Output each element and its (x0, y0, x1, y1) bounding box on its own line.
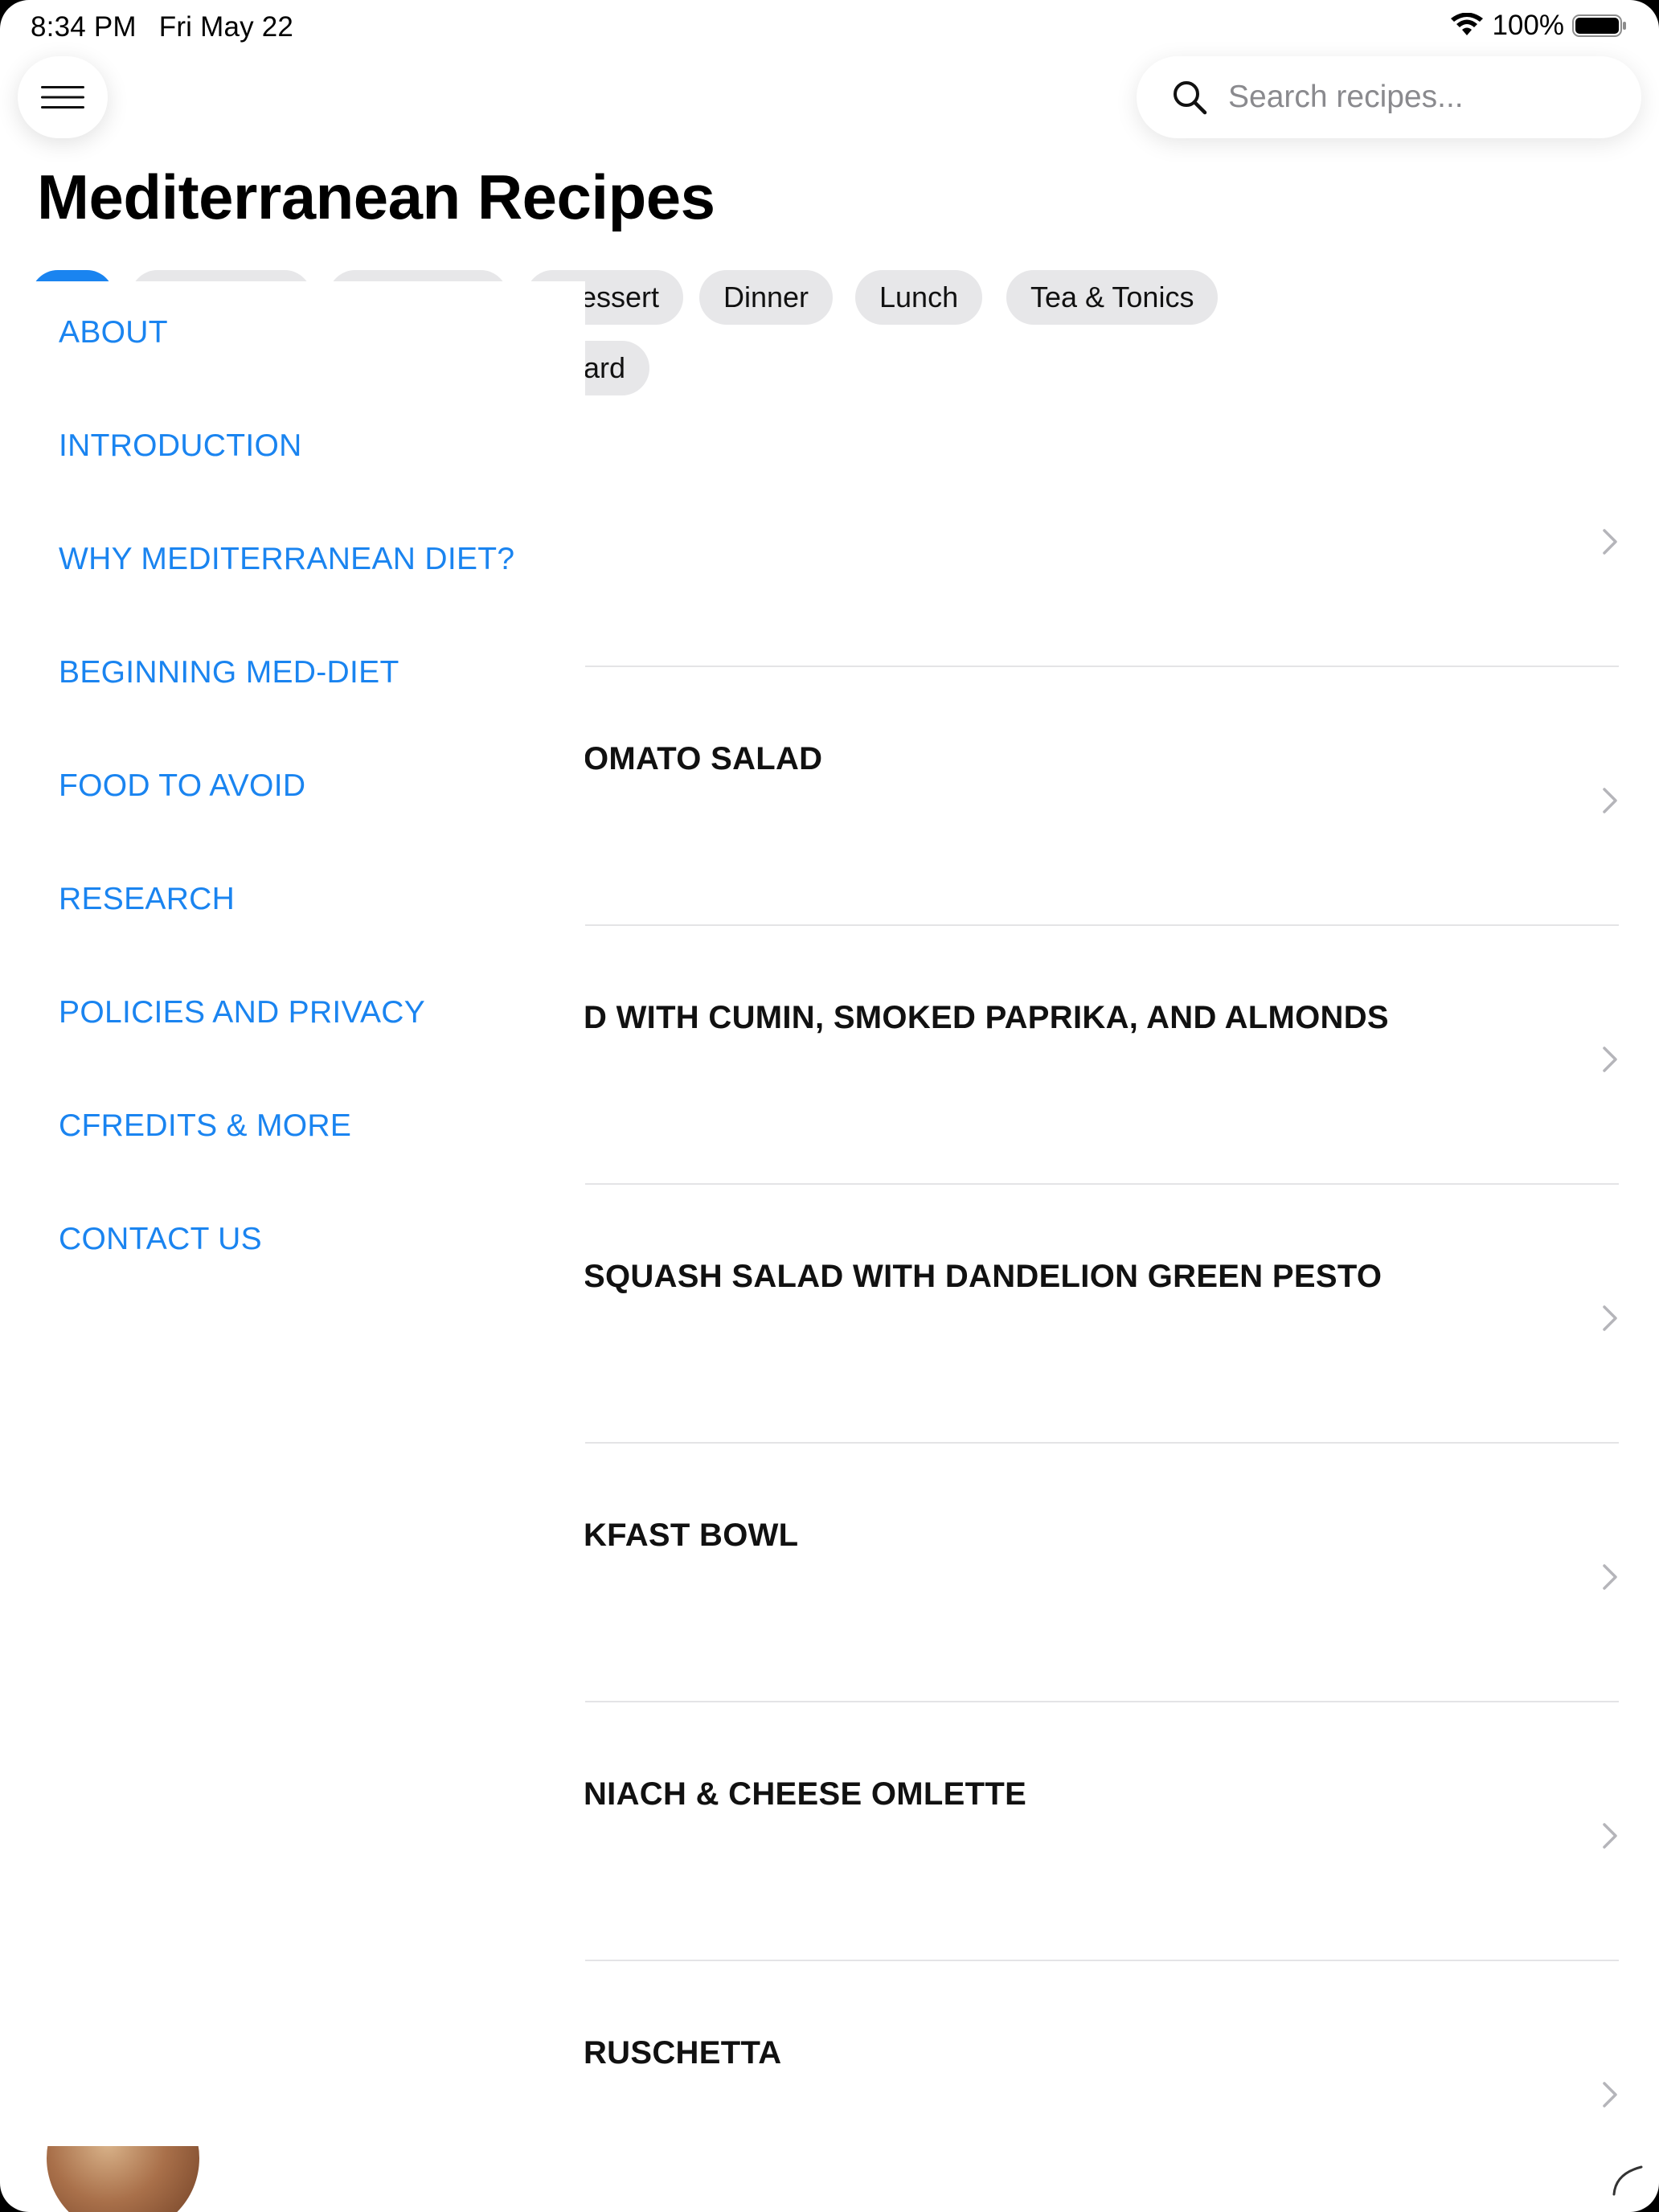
recipe-title: OMATO SALAD (584, 741, 823, 776)
drawer-item-policies-privacy[interactable]: POLICIES AND PRIVACY (59, 995, 425, 1030)
recipe-title: NIACH & CHEESE OMLETTE (584, 1776, 1027, 1812)
recipe-title: SQUASH SALAD WITH DANDELION GREEN PESTO (584, 1259, 1382, 1294)
chip-dinner[interactable]: Dinner (699, 270, 834, 325)
app-screen: 8:34 PMFri May 22 100% Mediterranean Re (0, 0, 1659, 2212)
search-input[interactable] (1227, 79, 1616, 116)
menu-button[interactable] (18, 56, 108, 138)
search-icon (1174, 81, 1207, 115)
wifi-icon (1451, 13, 1484, 35)
page-title: Mediterranean Recipes (37, 162, 715, 232)
drawer-item-research[interactable]: RESEARCH (59, 882, 235, 917)
recipe-title: KFAST BOWL (584, 1518, 799, 1553)
row-divider (584, 666, 1619, 667)
row-divider (584, 924, 1619, 926)
recipe-title: RUSCHETTA (584, 2035, 782, 2071)
drawer-item-credits-more[interactable]: CFREDITS & MORE (59, 1108, 351, 1144)
chevron-right-icon (1603, 788, 1617, 813)
chip-tea-tonics[interactable]: Tea & Tonics (1006, 270, 1219, 325)
chevron-right-icon (1603, 1564, 1617, 1590)
drawer-item-beginning-med-diet[interactable]: BEGINNING MED-DIET (59, 655, 399, 690)
row-divider (584, 1701, 1619, 1702)
chevron-right-icon (1603, 529, 1617, 555)
row-divider (584, 1183, 1619, 1185)
side-drawer: ABOUT INTRODUCTION WHY MEDITERRANEAN DIE… (0, 281, 585, 2146)
battery-icon (1572, 14, 1626, 37)
chevron-right-icon (1603, 1823, 1617, 1849)
row-divider (584, 1960, 1619, 1961)
chevron-right-icon (1603, 2082, 1617, 2108)
chevron-right-icon (1603, 1305, 1617, 1331)
recipe-title: D WITH CUMIN, SMOKED PAPRIKA, AND ALMOND… (584, 1000, 1389, 1035)
status-bar-left: 8:34 PM Fri May 22 (31, 11, 316, 43)
chevron-right-icon (1603, 1047, 1617, 1072)
drawer-item-about[interactable]: ABOUT (59, 315, 168, 350)
search-bar[interactable] (1137, 56, 1641, 138)
status-time: 8:34 PM (31, 11, 137, 43)
drawer-item-why-mediterranean-diet[interactable]: WHY MEDITERRANEAN DIET? (59, 542, 514, 577)
drawer-item-food-to-avoid[interactable]: FOOD TO AVOID (59, 768, 305, 804)
battery-percent: 100% (1492, 10, 1564, 41)
status-date: Fri May 22 (158, 11, 294, 43)
row-divider (584, 1442, 1619, 1444)
status-bar-right: 100% (1450, 10, 1628, 42)
hamburger-icon (41, 86, 84, 109)
resize-handle-icon (1612, 2165, 1643, 2196)
drawer-item-introduction[interactable]: INTRODUCTION (59, 428, 302, 464)
drawer-item-contact-us[interactable]: CONTACT US (59, 1222, 262, 1257)
chip-lunch[interactable]: Lunch (855, 270, 983, 325)
